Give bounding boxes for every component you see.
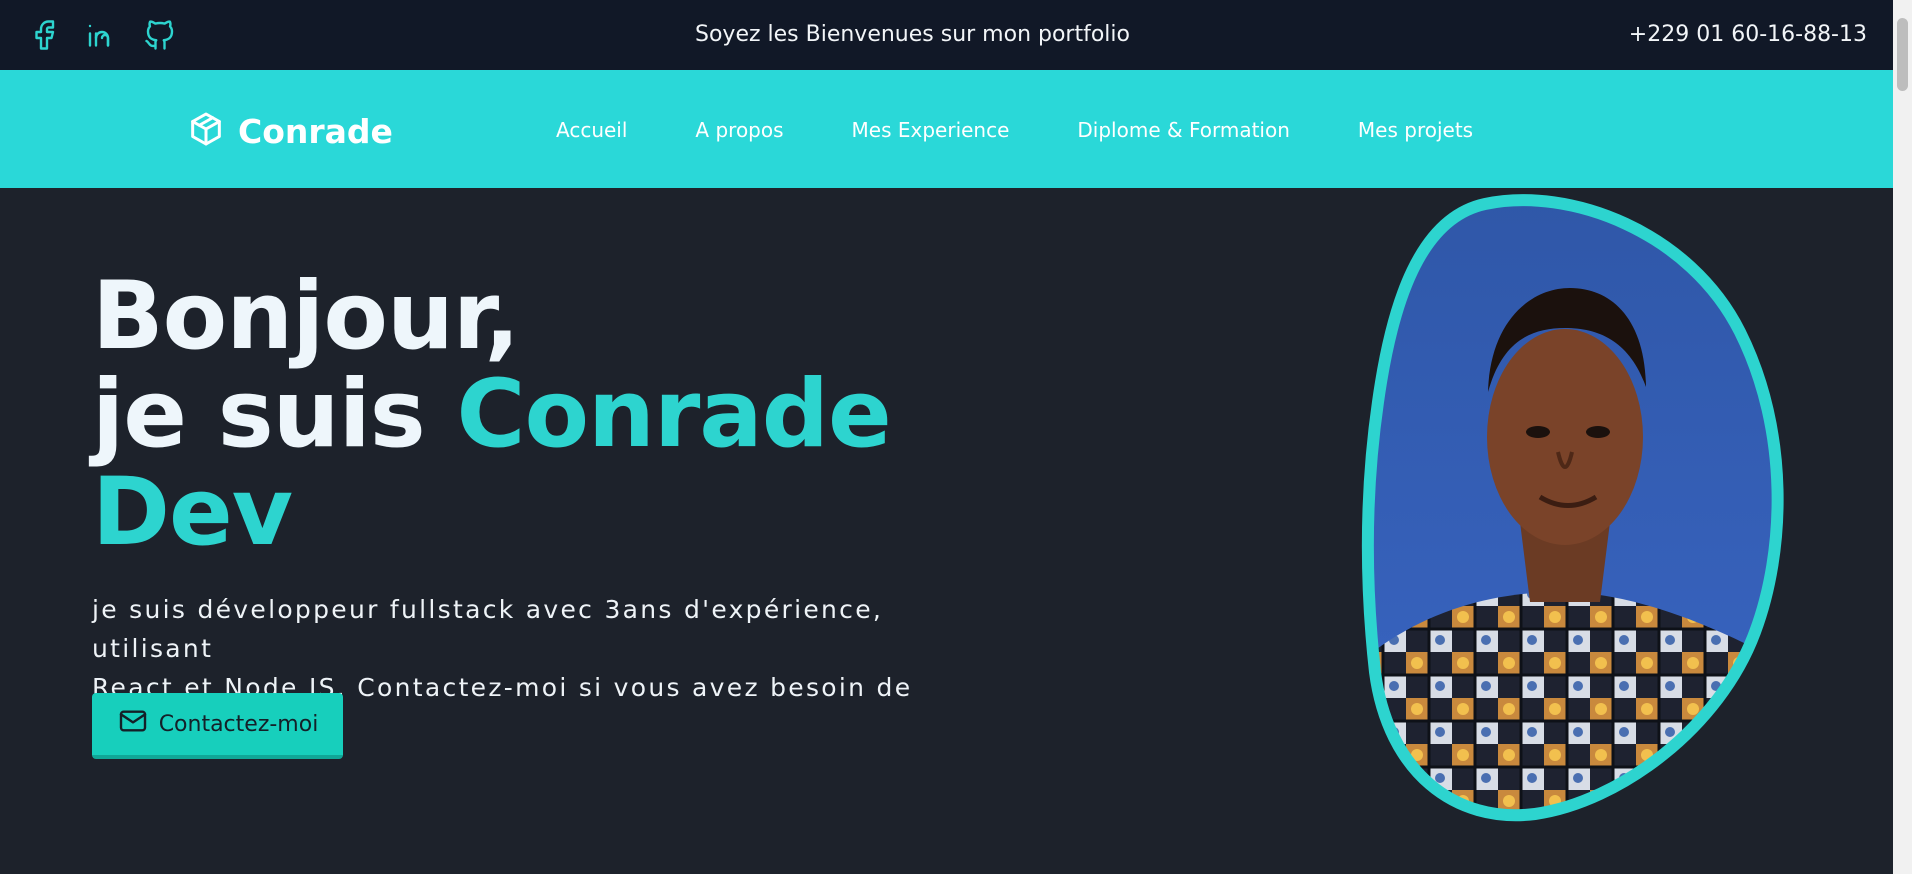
- hero-description-line-1: je suis développeur fullstack avec 3ans …: [92, 595, 884, 663]
- welcome-message: Soyez les Bienvenues sur mon portfolio: [695, 22, 1130, 47]
- hero-heading: Bonjour, je suis Conrade Dev: [92, 262, 892, 567]
- hero-intro: je suis: [92, 360, 457, 469]
- brand-logo[interactable]: Conrade: [186, 109, 393, 153]
- nav-menu: Accueil A propos Mes Experience Diplome …: [556, 118, 1473, 142]
- phone-number: +229 01 60-16-88-13: [1628, 22, 1867, 47]
- hero-name: Conrade: [456, 360, 891, 469]
- portrait-photo: [1361, 194, 1784, 822]
- top-bar: Soyez les Bienvenues sur mon portfolio +…: [0, 0, 1893, 70]
- hero-role: Dev: [92, 458, 293, 567]
- nav-link-accueil[interactable]: Accueil: [556, 118, 627, 142]
- page-scrollbar[interactable]: [1893, 0, 1912, 874]
- hero-description: je suis développeur fullstack avec 3ans …: [92, 590, 992, 707]
- hero-intro-line: je suis Conrade: [92, 366, 892, 464]
- brand-name: Conrade: [238, 111, 393, 151]
- cube-icon: [186, 109, 226, 153]
- contact-button[interactable]: Contactez-moi: [92, 693, 343, 759]
- hero-greeting: Bonjour,: [92, 262, 520, 371]
- mail-icon: [117, 705, 149, 743]
- contact-button-label: Contactez-moi: [158, 711, 319, 737]
- nav-link-projets[interactable]: Mes projets: [1358, 118, 1473, 142]
- nav-link-experience[interactable]: Mes Experience: [852, 118, 1010, 142]
- nav-link-diplome-formation[interactable]: Diplome & Formation: [1077, 118, 1290, 142]
- main-navbar: Conrade Accueil A propos Mes Experience …: [0, 70, 1893, 188]
- nav-link-a-propos[interactable]: A propos: [695, 118, 783, 142]
- scrollbar-thumb[interactable]: [1897, 18, 1908, 91]
